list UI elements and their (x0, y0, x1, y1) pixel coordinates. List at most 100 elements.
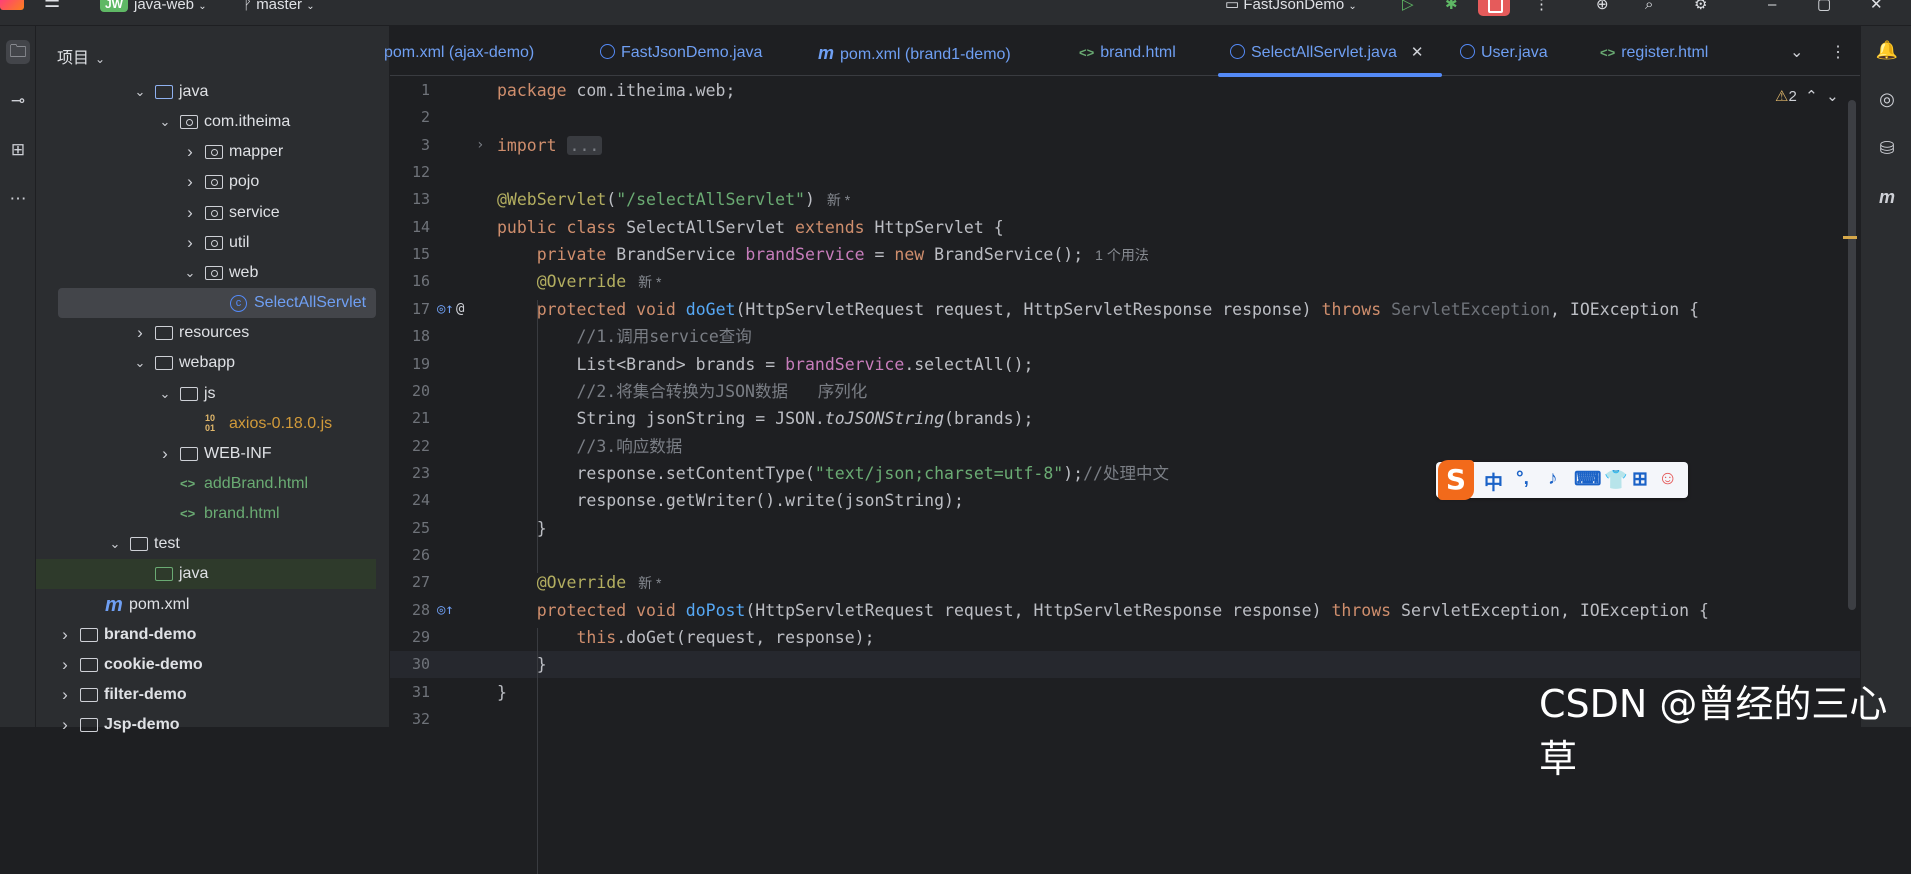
line-number[interactable]: 14 (390, 214, 430, 241)
maximize-icon[interactable]: ▢ (1817, 0, 1831, 12)
tree-item[interactable]: m pom.xml (36, 590, 376, 620)
run-config-selector[interactable]: ▭ FastJsonDemo ⌄ (1225, 0, 1357, 12)
code-text[interactable]: import ... (497, 132, 603, 159)
tree-item[interactable]: › filter-demo (36, 680, 376, 710)
chevron-right-icon[interactable]: › (58, 710, 72, 740)
chevron-right-icon[interactable]: › (183, 198, 197, 228)
line-number[interactable]: 1 (390, 77, 430, 104)
debug-icon[interactable]: ✱ (1445, 0, 1458, 12)
tree-item[interactable]: <> addBrand.html (36, 469, 376, 499)
code-text[interactable]: List<Brand> brands = brandService.select… (497, 351, 1033, 378)
code-text[interactable]: //3.响应数据 (497, 433, 682, 460)
tree-item[interactable]: › WEB-INF (36, 439, 376, 469)
line-number[interactable]: 15 (390, 241, 430, 268)
code-text[interactable]: } (497, 679, 507, 706)
code-text[interactable]: @WebServlet("/selectAllServlet") 新 * (497, 186, 850, 214)
chevron-right-icon[interactable]: › (58, 680, 72, 710)
tree-item[interactable]: › pojo (36, 167, 376, 197)
code-line[interactable]: 29 this.doGet(request, response); (390, 624, 1860, 651)
code-text[interactable]: public class SelectAllServlet extends Ht… (497, 214, 1004, 241)
tree-item[interactable]: ⌄ webapp (36, 348, 376, 378)
tree-item[interactable]: › brand-demo (36, 620, 376, 650)
punctuation-icon[interactable]: °, (1516, 468, 1529, 490)
skin-icon[interactable]: 👕 (1604, 468, 1628, 492)
tree-item[interactable]: ⌄ com.itheima (36, 107, 376, 137)
close-window-icon[interactable]: ✕ (1870, 0, 1883, 12)
editor-tab[interactable]: FastJsonDemo.java (600, 26, 762, 76)
line-number[interactable]: 23 (390, 460, 430, 487)
editor-tab[interactable]: pom.xml (ajax-demo) (384, 26, 534, 76)
tree-item[interactable]: <> brand.html (36, 499, 376, 529)
chevron-down-icon[interactable]: ⌄ (183, 258, 197, 288)
line-number[interactable]: 26 (390, 542, 430, 569)
editor-scrollbar[interactable] (1848, 100, 1856, 610)
toolbox-icon[interactable]: ⊞ (1632, 468, 1648, 491)
chevron-down-icon[interactable]: ⌄ (133, 348, 147, 378)
line-number[interactable]: 27 (390, 569, 430, 596)
code-text[interactable]: private BrandService brandService = new … (497, 241, 1149, 269)
editor-tab[interactable]: <> brand.html (1079, 26, 1176, 76)
code-line[interactable]: 18 //1.调用service查询 (390, 323, 1860, 350)
code-text[interactable]: String jsonString = JSON.toJSONString(br… (497, 405, 1033, 432)
search-icon[interactable]: ⌕ (1645, 0, 1653, 12)
line-number[interactable]: 21 (390, 405, 430, 432)
line-number[interactable]: 2 (390, 104, 430, 131)
line-number[interactable]: 12 (390, 159, 430, 186)
project-panel-title[interactable]: 项目 ⌄ (57, 44, 105, 68)
code-text[interactable]: //2.将集合转换为JSON数据 序列化 (497, 378, 867, 405)
code-line[interactable]: 22 //3.响应数据 (390, 433, 1860, 460)
code-line[interactable]: 20 //2.将集合转换为JSON数据 序列化 (390, 378, 1860, 405)
keyboard-icon[interactable]: ⌨ (1574, 468, 1601, 491)
line-number[interactable]: 13 (390, 186, 430, 213)
code-text[interactable]: } (497, 651, 547, 678)
add-user-icon[interactable]: ⊕ (1596, 0, 1609, 12)
chevron-down-icon[interactable]: ⌄ (158, 107, 172, 137)
code-line[interactable]: 27 @Override 新 * (390, 569, 1860, 596)
line-number[interactable]: 28 (390, 597, 430, 624)
chevron-right-icon[interactable]: › (183, 137, 197, 167)
line-number[interactable]: 31 (390, 679, 430, 706)
database-icon[interactable]: ⛁ (1875, 138, 1899, 162)
url-mapping-icon[interactable]: @ (456, 296, 464, 323)
more-tools-icon[interactable]: ⋯ (6, 187, 30, 211)
code-line[interactable]: 1 package com.itheima.web; (390, 77, 1860, 104)
chevron-right-icon[interactable]: › (58, 650, 72, 680)
code-line[interactable]: 17 protected void doGet(HttpServletReque… (390, 296, 1860, 323)
line-number[interactable]: 32 (390, 706, 430, 733)
tree-item[interactable]: › cookie-demo (36, 650, 376, 680)
ime-language[interactable]: 中 (1484, 468, 1503, 495)
override-method-icon[interactable]: ◎↑ (437, 597, 454, 624)
code-text[interactable]: @Override 新 * (497, 268, 662, 296)
microphone-icon[interactable]: ♪ (1548, 468, 1558, 490)
code-line[interactable]: 28 protected void doPost(HttpServletRequ… (390, 597, 1860, 624)
chevron-right-icon[interactable]: › (58, 620, 72, 650)
app-logo[interactable] (0, 0, 24, 10)
stop-button[interactable] (1478, 0, 1510, 16)
code-text[interactable]: } (497, 515, 547, 542)
fold-arrow-icon[interactable]: › (476, 132, 484, 159)
tab-list-chevron-icon[interactable]: ⌄ (1790, 26, 1803, 76)
chevron-right-icon[interactable]: › (183, 228, 197, 258)
tree-item[interactable]: › Jsp-demo (36, 710, 376, 740)
code-area[interactable]: 1 package com.itheima.web; 2 3 import ... › 12… (390, 77, 1860, 874)
line-number[interactable]: 18 (390, 323, 430, 350)
chevron-right-icon[interactable]: › (158, 439, 172, 469)
tree-item[interactable]: ⌄ web (36, 258, 376, 288)
line-number[interactable]: 16 (390, 268, 430, 295)
main-menu-icon[interactable]: ☰ (44, 0, 60, 10)
code-text[interactable]: //1.调用service查询 (497, 323, 751, 350)
line-number[interactable]: 30 (390, 651, 430, 678)
line-number[interactable]: 22 (390, 433, 430, 460)
notifications-icon[interactable]: 🔔 (1875, 40, 1899, 64)
tree-item[interactable]: › mapper (36, 137, 376, 167)
line-number[interactable]: 29 (390, 624, 430, 651)
tree-item[interactable]: ⌄ js (36, 379, 376, 409)
code-text[interactable]: @Override 新 * (497, 569, 662, 597)
code-line[interactable]: 19 List<Brand> brands = brandService.sel… (390, 351, 1860, 378)
project-name[interactable]: java-web ⌄ (134, 0, 207, 12)
chevron-right-icon[interactable]: › (183, 167, 197, 197)
tree-item[interactable]: ⌄ test (36, 529, 376, 559)
line-number[interactable]: 20 (390, 378, 430, 405)
code-line[interactable]: 12 (390, 159, 1860, 186)
maven-icon[interactable]: m (1875, 187, 1899, 211)
